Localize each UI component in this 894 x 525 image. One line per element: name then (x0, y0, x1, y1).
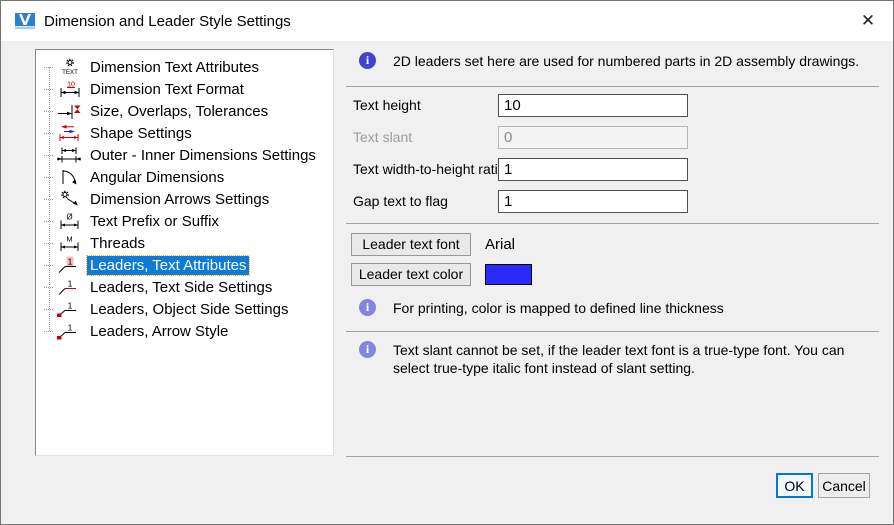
field-row-text-height: Text height (346, 94, 879, 117)
width-height-ratio-label: Text width-to-height ratio (353, 158, 506, 181)
svg-text:1: 1 (68, 323, 73, 333)
info-text-slant: Text slant cannot be set, if the leader … (393, 341, 873, 377)
info-row-printing: i For printing, color is mapped to defin… (346, 299, 724, 317)
leader-text-font-button[interactable]: Leader text font (351, 233, 471, 256)
dimension-text-format-icon: 10 (54, 80, 84, 98)
tree-item-label-selected: Leaders, Text Attributes (87, 256, 249, 275)
outer-inner-dimensions-icon (54, 146, 84, 164)
dimension-arrows-icon (54, 190, 84, 208)
tree-item-threads[interactable]: M Threads (36, 232, 333, 254)
leader-text-color-button[interactable]: Leader text color (351, 263, 471, 286)
leader-font-value: Arial (485, 233, 515, 256)
cancel-button[interactable]: Cancel (818, 473, 870, 498)
angular-dimensions-icon (54, 168, 84, 186)
info-text-printing: For printing, color is mapped to defined… (393, 299, 724, 317)
tree-item-outer-inner-dimensions[interactable]: Outer - Inner Dimensions Settings (36, 144, 333, 166)
svg-text:1: 1 (68, 279, 73, 289)
tree-item-shape-settings[interactable]: Shape Settings (36, 122, 333, 144)
leaders-text-attributes-icon: 1 (54, 256, 84, 274)
tree-item-label: Text Prefix or Suffix (87, 212, 222, 231)
leaders-object-side-icon: 1 (54, 300, 84, 318)
tree-item-dimension-text-format[interactable]: 10 Dimension Text Format (36, 78, 333, 100)
tree-item-dimension-text-attributes[interactable]: TEXT Dimension Text Attributes (36, 56, 333, 78)
info-text-top: 2D leaders set here are used for numbere… (393, 52, 859, 70)
field-row-text-slant: Text slant (346, 126, 879, 149)
info-row-top: i 2D leaders set here are used for numbe… (346, 52, 859, 70)
tree-item-leaders-arrow-style[interactable]: 1 Leaders, Arrow Style (36, 320, 333, 342)
svg-text:M: M (66, 235, 72, 244)
svg-text:1: 1 (68, 257, 73, 267)
text-height-label: Text height (353, 94, 421, 117)
app-logo-icon (15, 13, 35, 30)
tree-item-angular-dimensions[interactable]: Angular Dimensions (36, 166, 333, 188)
title-bar: Dimension and Leader Style Settings ✕ (1, 1, 893, 41)
tree-item-label: Dimension Text Format (87, 80, 247, 99)
tree-item-label: Size, Overlaps, Tolerances (87, 102, 271, 121)
size-overlaps-tolerances-icon (54, 102, 84, 120)
info-icon: i (359, 299, 376, 316)
shape-settings-icon (54, 124, 84, 142)
settings-panel: i 2D leaders set here are used for numbe… (346, 49, 879, 476)
leaders-arrow-style-icon: 1 (54, 322, 84, 340)
tree-item-leaders-object-side[interactable]: 1 Leaders, Object Side Settings (36, 298, 333, 320)
text-prefix-suffix-icon: Ø (54, 212, 84, 230)
width-height-ratio-input[interactable] (498, 158, 688, 181)
style-category-tree: TEXT Dimension Text Attributes 10 Dimens… (35, 49, 334, 456)
info-icon: i (359, 52, 376, 69)
separator (346, 331, 879, 332)
separator (346, 86, 879, 87)
tree-item-leaders-text-attributes[interactable]: 1 Leaders, Text Attributes (36, 254, 333, 276)
field-row-gap-text-flag: Gap text to flag (346, 190, 879, 213)
tree-item-dimension-arrows[interactable]: Dimension Arrows Settings (36, 188, 333, 210)
tree-item-label: Leaders, Arrow Style (87, 322, 231, 341)
tree-item-label: Leaders, Text Side Settings (87, 278, 275, 297)
info-icon: i (359, 341, 376, 358)
text-slant-label: Text slant (353, 126, 412, 149)
dialog-window: Dimension and Leader Style Settings ✕ TE… (0, 0, 894, 525)
text-height-input[interactable] (498, 94, 688, 117)
tree-item-label: Dimension Arrows Settings (87, 190, 272, 209)
text-slant-input (498, 126, 688, 149)
field-row-width-height-ratio: Text width-to-height ratio (346, 158, 879, 181)
tree-item-label: Shape Settings (87, 124, 195, 143)
close-icon[interactable]: ✕ (853, 6, 883, 36)
tree-item-label: Threads (87, 234, 148, 253)
threads-icon: M (54, 234, 84, 252)
info-row-slant: i Text slant cannot be set, if the leade… (346, 341, 873, 377)
tree-item-size-overlaps-tolerances[interactable]: Size, Overlaps, Tolerances (36, 100, 333, 122)
dimension-text-attributes-icon: TEXT (54, 58, 84, 76)
tree-item-label: Leaders, Object Side Settings (87, 300, 291, 319)
tree-item-label: Outer - Inner Dimensions Settings (87, 146, 319, 165)
ok-button[interactable]: OK (776, 473, 813, 498)
tree-item-label: Angular Dimensions (87, 168, 227, 187)
tree-item-text-prefix-suffix[interactable]: Ø Text Prefix or Suffix (36, 210, 333, 232)
gap-text-flag-label: Gap text to flag (353, 190, 448, 213)
gap-text-flag-input[interactable] (498, 190, 688, 213)
leader-color-swatch[interactable] (485, 264, 532, 285)
window-title: Dimension and Leader Style Settings (44, 13, 291, 30)
separator (346, 456, 879, 457)
svg-text:TEXT: TEXT (62, 69, 78, 76)
leaders-text-side-icon: 1 (54, 278, 84, 296)
tree-item-label: Dimension Text Attributes (87, 58, 262, 77)
tree-item-leaders-text-side[interactable]: 1 Leaders, Text Side Settings (36, 276, 333, 298)
svg-text:1: 1 (68, 301, 73, 311)
svg-text:Ø: Ø (66, 213, 72, 222)
separator (346, 223, 879, 224)
